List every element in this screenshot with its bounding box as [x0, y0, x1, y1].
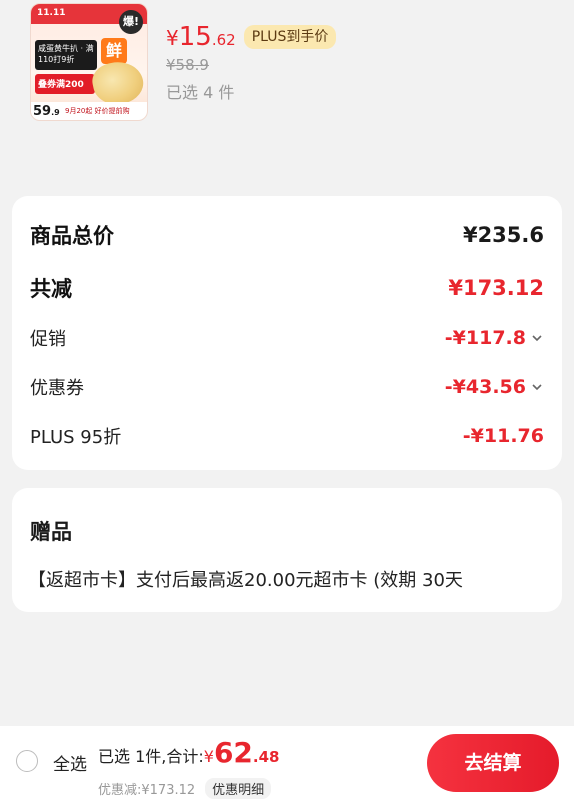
product-thumbnail[interactable]: 11.11 爆! 咸蛋黄牛扒 · 满110打9折 鲜 叠券满200 9月20起 …	[30, 3, 148, 121]
select-all-checkbox[interactable]	[16, 750, 38, 772]
gift-title: 赠品	[30, 520, 72, 544]
selected-quantity[interactable]: 已选 4 件	[166, 79, 336, 103]
plus-discount-row: PLUS 95折 -¥11.76	[30, 423, 544, 449]
chevron-down-icon[interactable]	[530, 380, 544, 394]
gift-description: 【返超市卡】支付后最高返20.00元超市卡 (效期 30天	[28, 570, 463, 591]
payable-total: ¥62.48	[203, 736, 280, 769]
thumbnail-promo: 叠券满200	[35, 74, 95, 94]
total-price-label: 商品总价	[30, 224, 114, 248]
price-row: ¥15.62 PLUS到手价	[166, 20, 337, 54]
discount-amount: 优惠减:¥173.12	[98, 783, 196, 798]
product-item[interactable]: 11.11 爆! 咸蛋黄牛扒 · 满110打9折 鲜 叠券满200 9月20起 …	[0, 0, 574, 150]
plus-price: ¥15.62	[166, 22, 236, 52]
select-all-label[interactable]: 全选	[53, 750, 87, 775]
promo-value: -¥117.8	[444, 327, 526, 349]
discount-detail-button[interactable]: 优惠明细	[205, 778, 272, 799]
total-price-value: ¥235.6	[462, 223, 544, 247]
plus-discount-value: -¥11.76	[462, 425, 544, 447]
original-price: ¥58.9	[166, 56, 209, 74]
total-reduce-label: 共减	[30, 277, 72, 301]
thumbnail-tag: 咸蛋黄牛扒 · 满110打9折	[35, 40, 97, 70]
discount-line: 优惠减:¥173.12 优惠明细	[98, 778, 272, 799]
coupon-row[interactable]: 优惠券 -¥43.56	[30, 374, 544, 400]
checkout-bar: 全选 已选 1件,合计: ¥62.48 优惠减:¥173.12 优惠明细 去结算	[0, 726, 574, 800]
total-reduce-value: ¥173.12	[448, 276, 544, 300]
promo-label: 促销	[30, 329, 66, 350]
total-reduce-row: 共减 ¥173.12	[30, 273, 544, 303]
gift-card: 赠品 【返超市卡】支付后最高返20.00元超市卡 (效期 30天	[12, 488, 562, 612]
product-info: ¥15.62 PLUS到手价 ¥58.9 已选 4 件	[166, 20, 337, 103]
price-summary-card: 商品总价 ¥235.6 共减 ¥173.12 促销 -¥117.8 优惠券 -¥…	[12, 196, 562, 470]
total-line: 已选 1件,合计: ¥62.48	[98, 736, 279, 769]
selected-summary: 已选 1件,合计:	[98, 747, 204, 766]
plus-price-tag: PLUS到手价	[243, 25, 337, 49]
coupon-label: 优惠券	[30, 378, 84, 399]
coupon-value: -¥43.56	[444, 376, 526, 398]
fresh-badge-icon: 鲜	[101, 38, 127, 64]
total-price-row: 商品总价 ¥235.6	[30, 220, 544, 250]
hot-badge-icon: 爆!	[119, 10, 143, 34]
promo-row[interactable]: 促销 -¥117.8	[30, 325, 544, 351]
thumbnail-price: 59.9	[33, 104, 60, 119]
chevron-down-icon[interactable]	[530, 331, 544, 345]
plus-discount-label: PLUS 95折	[30, 427, 122, 448]
checkout-button[interactable]: 去结算	[427, 734, 559, 792]
